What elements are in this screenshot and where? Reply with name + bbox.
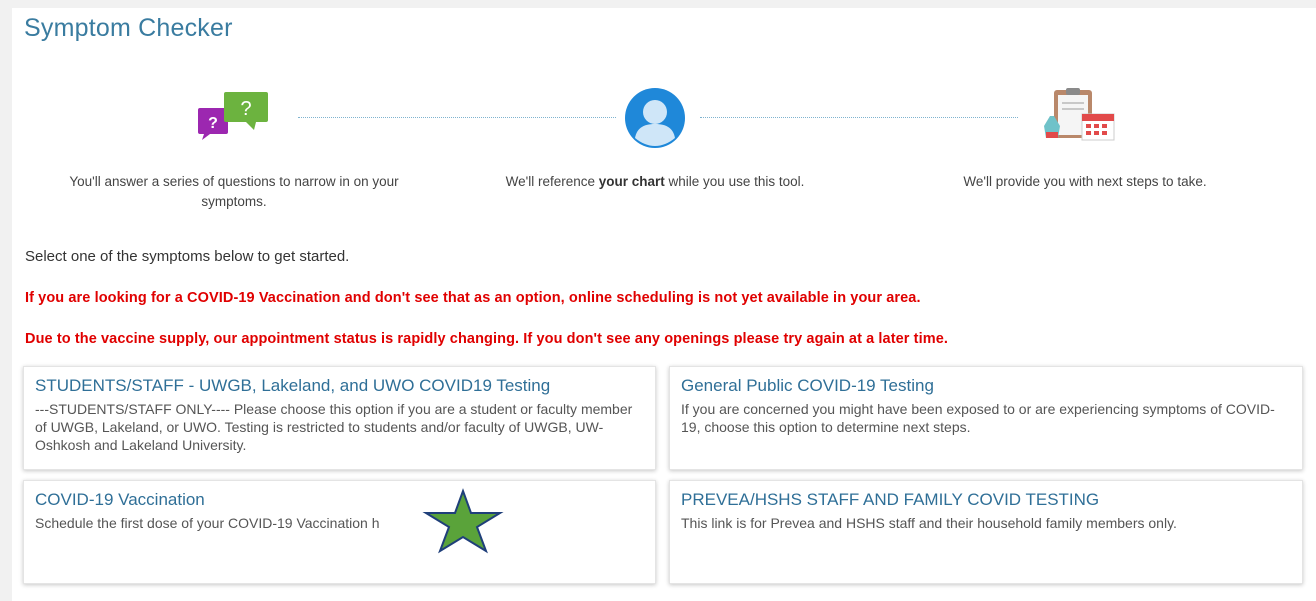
option-card-prevea-hshs[interactable]: PREVEA/HSHS STAFF AND FAMILY COVID TESTI… [669, 480, 1303, 584]
option-card-general-public[interactable]: General Public COVID-19 Testing If you a… [669, 366, 1303, 470]
option-title[interactable]: COVID-19 Vaccination [35, 490, 644, 510]
outer-frame-left [0, 0, 12, 601]
option-title[interactable]: STUDENTS/STAFF - UWGB, Lakeland, and UWO… [35, 376, 644, 396]
highlight-star-icon [422, 488, 504, 554]
option-description: Schedule the first dose of your COVID-19… [35, 515, 380, 531]
question-bubbles-icon: ? ? [198, 92, 268, 140]
option-title[interactable]: General Public COVID-19 Testing [681, 376, 1291, 396]
step-connector-1 [298, 117, 616, 118]
step-2-text-after: while you use this tool. [664, 174, 805, 189]
step-2-text-bold: your chart [598, 174, 665, 189]
option-description: ---STUDENTS/STAFF ONLY---- Please choose… [35, 401, 633, 453]
option-card-covid-vaccination[interactable]: COVID-19 Vaccination Schedule the first … [23, 480, 656, 584]
option-title[interactable]: PREVEA/HSHS STAFF AND FAMILY COVID TESTI… [681, 490, 1291, 510]
option-card-students-staff[interactable]: STUDENTS/STAFF - UWGB, Lakeland, and UWO… [23, 366, 656, 470]
step-3-text: We'll provide you with next steps to tak… [963, 174, 1207, 189]
vaccination-alert: If you are looking for a COVID-19 Vaccin… [25, 290, 921, 306]
step-connector-2 [700, 117, 1018, 118]
svg-text:?: ? [240, 98, 251, 120]
outer-frame-top [0, 0, 1316, 8]
step-2-text: We'll reference your chart while you use… [470, 172, 840, 192]
option-description: This link is for Prevea and HSHS staff a… [681, 515, 1177, 531]
intro-text: Select one of the symptoms below to get … [25, 248, 350, 265]
clipboard-calendar-icon [1044, 88, 1115, 141]
user-avatar-icon [625, 88, 685, 148]
step-2-text-before: We'll reference [505, 174, 599, 189]
page-title: Symptom Checker [24, 14, 233, 42]
supply-alert: Due to the vaccine supply, our appointme… [25, 331, 949, 347]
svg-text:?: ? [208, 115, 218, 132]
option-description: If you are concerned you might have been… [681, 401, 1275, 435]
step-1-text: You'll answer a series of questions to n… [69, 174, 399, 209]
